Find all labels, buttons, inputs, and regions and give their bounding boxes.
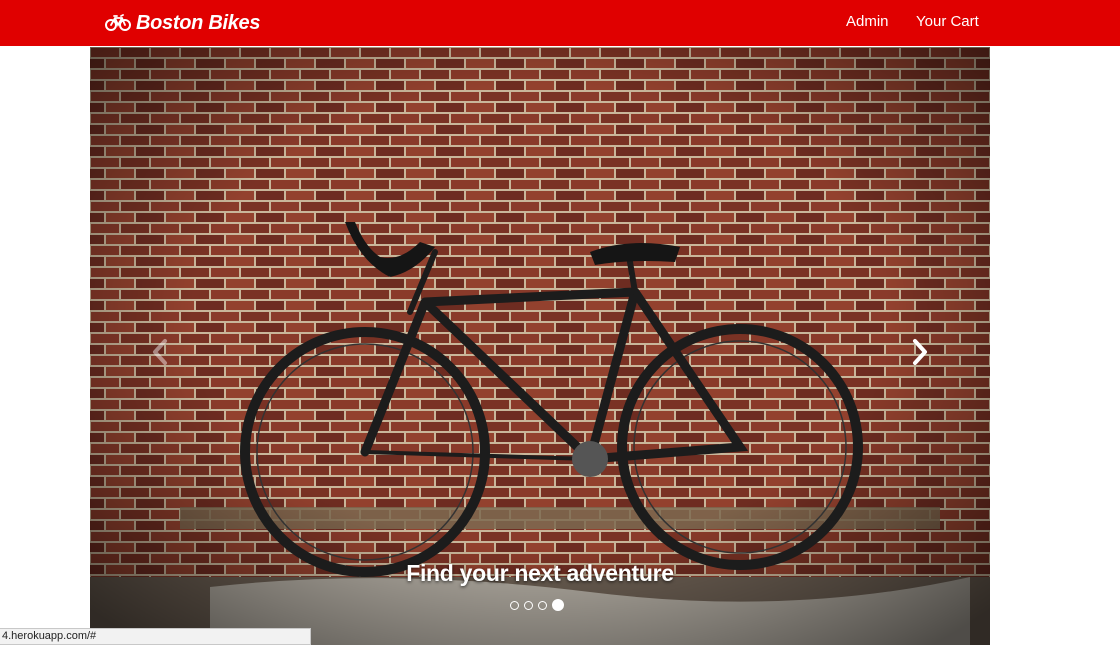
carousel-indicator[interactable]: [524, 600, 533, 610]
nav-cart-link[interactable]: Your Cart: [916, 13, 979, 30]
status-bar-url: 4.herokuapp.com/#: [0, 628, 311, 645]
bicycle-icon: [105, 14, 131, 32]
nav-admin-link[interactable]: Admin: [846, 13, 889, 30]
hero-carousel: Find your next adventure: [90, 47, 990, 645]
brand-name: Boston Bikes: [136, 11, 261, 34]
carousel-caption: Find your next adventure: [406, 560, 674, 586]
navbar: Boston Bikes Admin Your Cart: [0, 0, 1120, 46]
carousel-indicator-active[interactable]: [552, 599, 564, 611]
slide-image: [90, 47, 990, 645]
carousel-indicators: [510, 599, 564, 611]
chevron-right-icon: [913, 339, 927, 365]
carousel-indicator[interactable]: [538, 600, 547, 610]
chevron-left-icon: [153, 339, 167, 365]
carousel-next-button[interactable]: [895, 327, 945, 377]
brand-link[interactable]: Boston Bikes: [105, 11, 261, 35]
carousel-prev-button[interactable]: [135, 327, 185, 377]
carousel-indicator[interactable]: [510, 600, 519, 610]
